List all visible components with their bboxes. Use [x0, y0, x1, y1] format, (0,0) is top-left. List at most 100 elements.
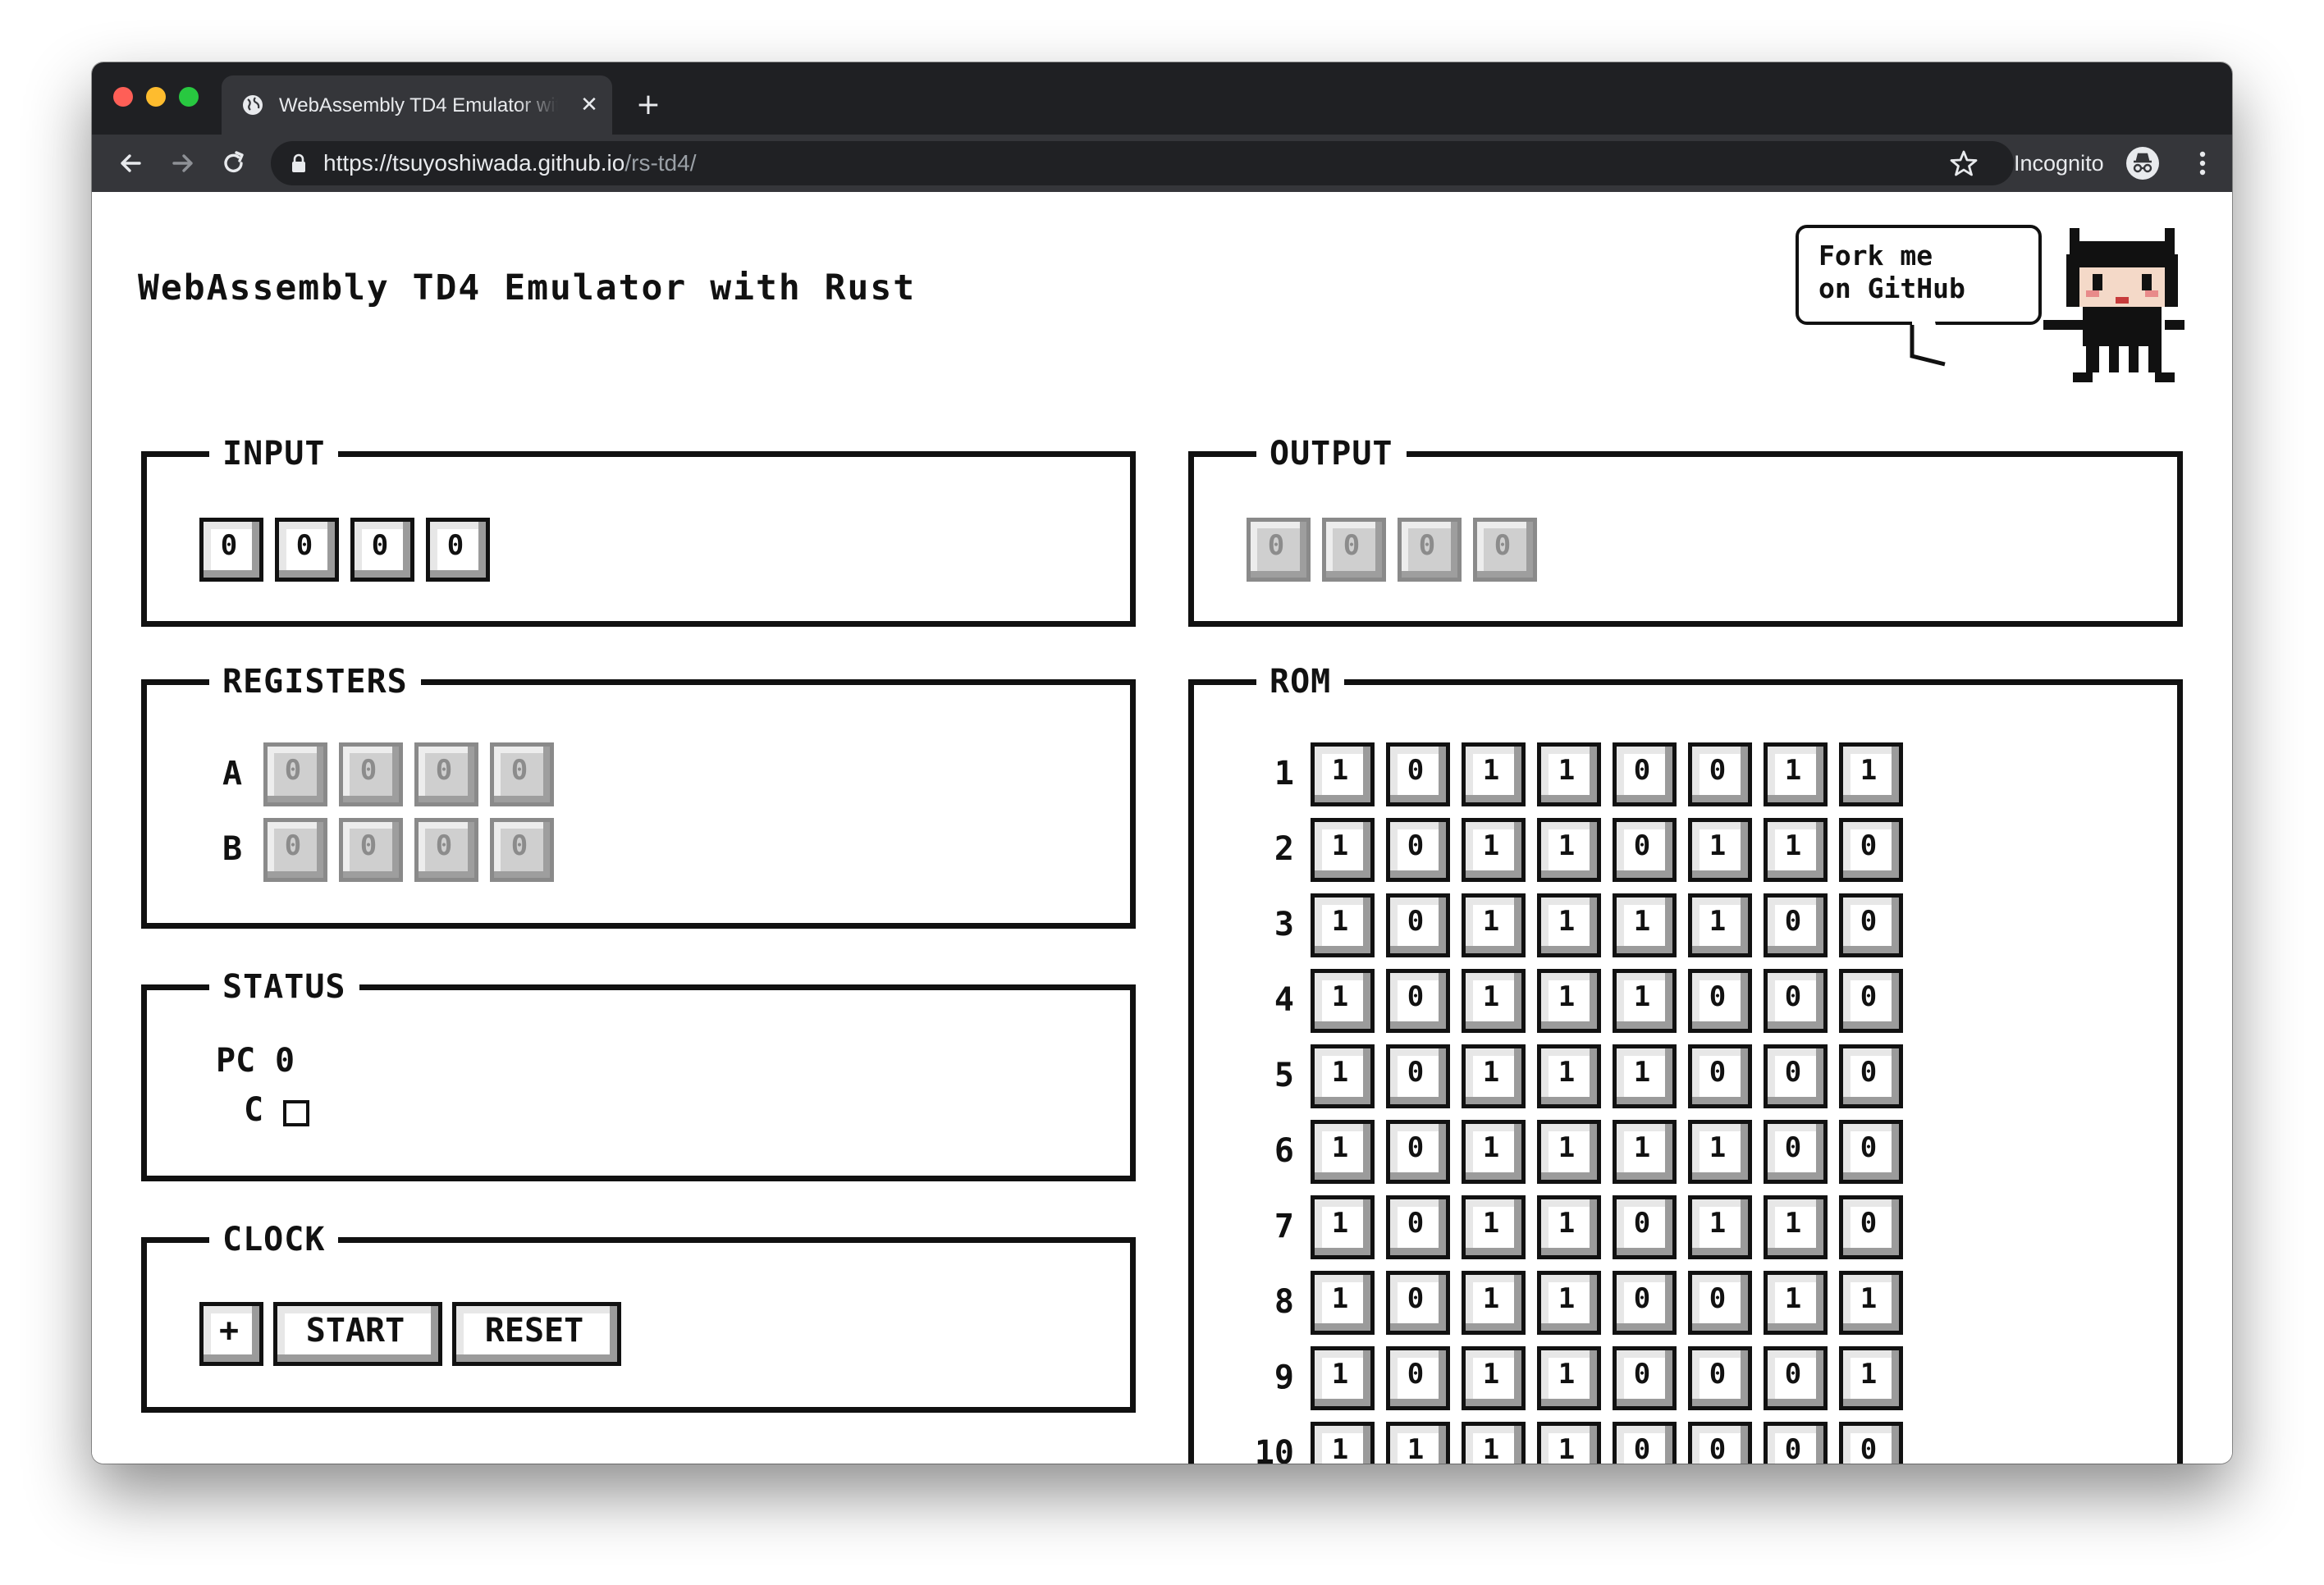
bookmark-star-icon[interactable]	[1948, 148, 1979, 179]
rom-bit-button[interactable]: 0	[1386, 742, 1450, 806]
rom-bit-button[interactable]: 1	[1537, 818, 1601, 882]
forward-arrow-icon[interactable]	[167, 148, 199, 179]
rom-bit-button[interactable]: 0	[1613, 818, 1677, 882]
rom-bit-button[interactable]: 0	[1764, 1346, 1828, 1410]
rom-bit-button[interactable]: 0	[1613, 1195, 1677, 1259]
close-icon[interactable]: ✕	[576, 92, 602, 118]
reload-icon[interactable]	[218, 148, 249, 179]
start-button[interactable]: START	[273, 1302, 442, 1366]
rom-bit-button[interactable]: 1	[1537, 1044, 1601, 1108]
rom-bit-button[interactable]: 0	[1839, 969, 1903, 1033]
rom-bit-button[interactable]: 0	[1839, 1120, 1903, 1184]
browser-tab[interactable]: WebAssembly TD4 Emulator with Rust ✕	[222, 75, 612, 135]
input-bit-button[interactable]: 0	[199, 518, 263, 582]
rom-bit-button[interactable]: 1	[1537, 1195, 1601, 1259]
rom-bit-button[interactable]: 0	[1386, 1044, 1450, 1108]
rom-bit-button[interactable]: 0	[1613, 1346, 1677, 1410]
rom-bit-button[interactable]: 0	[1839, 1044, 1903, 1108]
rom-bit-button[interactable]: 1	[1537, 1120, 1601, 1184]
rom-bit-button[interactable]: 1	[1462, 1120, 1526, 1184]
octocat-icon[interactable]	[2040, 215, 2201, 389]
close-window-button[interactable]	[113, 87, 133, 107]
rom-bit-button[interactable]: 1	[1764, 1271, 1828, 1335]
rom-bit-button[interactable]: 1	[1688, 1120, 1752, 1184]
rom-bit-button[interactable]: 0	[1764, 1044, 1828, 1108]
rom-bit-button[interactable]: 0	[1613, 742, 1677, 806]
fork-me-bubble[interactable]: Fork me on GitHub	[1796, 225, 2042, 325]
rom-bit-button[interactable]: 1	[1688, 1195, 1752, 1259]
rom-bit-button[interactable]: 0	[1386, 818, 1450, 882]
maximize-window-button[interactable]	[179, 87, 199, 107]
rom-bit-button[interactable]: 0	[1839, 1195, 1903, 1259]
rom-bit-button[interactable]: 1	[1764, 742, 1828, 806]
new-tab-button[interactable]: +	[632, 89, 665, 121]
rom-bit-button[interactable]: 1	[1462, 893, 1526, 957]
step-clock-button[interactable]: +	[199, 1302, 263, 1366]
rom-bit-button[interactable]: 0	[1386, 1271, 1450, 1335]
reset-button[interactable]: RESET	[452, 1302, 621, 1366]
rom-bit-button[interactable]: 1	[1311, 818, 1375, 882]
kebab-menu-icon[interactable]	[2193, 148, 2212, 179]
rom-bit-button[interactable]: 1	[1462, 818, 1526, 882]
rom-bit-button[interactable]: 1	[1537, 1422, 1601, 1464]
rom-bit-button[interactable]: 0	[1764, 893, 1828, 957]
rom-bit-button[interactable]: 1	[1386, 1422, 1450, 1464]
rom-bit-button[interactable]: 1	[1311, 1120, 1375, 1184]
rom-bit-button[interactable]: 0	[1386, 1195, 1450, 1259]
back-arrow-icon[interactable]	[115, 148, 146, 179]
rom-bit-button[interactable]: 1	[1764, 1195, 1828, 1259]
rom-bit-button[interactable]: 1	[1311, 1044, 1375, 1108]
rom-bit-button[interactable]: 0	[1688, 969, 1752, 1033]
rom-bit-button[interactable]: 0	[1688, 1422, 1752, 1464]
input-bit-button[interactable]: 0	[350, 518, 414, 582]
rom-bit-button[interactable]: 1	[1613, 1120, 1677, 1184]
rom-bit-button[interactable]: 1	[1462, 1044, 1526, 1108]
rom-bit-button[interactable]: 0	[1613, 1422, 1677, 1464]
rom-bit-button[interactable]: 1	[1311, 893, 1375, 957]
rom-bit-button[interactable]: 1	[1462, 1422, 1526, 1464]
rom-bit-button[interactable]: 1	[1537, 893, 1601, 957]
rom-bit-button[interactable]: 0	[1688, 742, 1752, 806]
rom-bit-button[interactable]: 0	[1688, 1044, 1752, 1108]
rom-bit-button[interactable]: 1	[1613, 1044, 1677, 1108]
rom-bit-button[interactable]: 1	[1311, 1271, 1375, 1335]
address-bar[interactable]: https://tsuyoshiwada.github.io/rs-td4/	[271, 141, 2014, 185]
rom-bit-button[interactable]: 1	[1311, 1422, 1375, 1464]
rom-bit-button[interactable]: 1	[1462, 1195, 1526, 1259]
rom-bit-button[interactable]: 1	[1462, 1346, 1526, 1410]
rom-bit-button[interactable]: 1	[1462, 969, 1526, 1033]
rom-bit-button[interactable]: 0	[1386, 893, 1450, 957]
rom-bit-button[interactable]: 0	[1839, 1422, 1903, 1464]
rom-bit-button[interactable]: 0	[1764, 1120, 1828, 1184]
rom-bit-button[interactable]: 1	[1537, 1271, 1601, 1335]
rom-bit-button[interactable]: 1	[1764, 818, 1828, 882]
rom-bit-button[interactable]: 1	[1537, 1346, 1601, 1410]
rom-bit-button[interactable]: 1	[1839, 1271, 1903, 1335]
input-bit-button[interactable]: 0	[426, 518, 490, 582]
rom-bit-button[interactable]: 1	[1688, 818, 1752, 882]
rom-bit-button[interactable]: 0	[1839, 893, 1903, 957]
rom-bit-button[interactable]: 0	[1613, 1271, 1677, 1335]
rom-bit-button[interactable]: 1	[1839, 1346, 1903, 1410]
rom-bit-button[interactable]: 1	[1537, 742, 1601, 806]
rom-bit-button[interactable]: 0	[1688, 1346, 1752, 1410]
rom-bit-button[interactable]: 1	[1537, 969, 1601, 1033]
rom-bit-button[interactable]: 0	[1764, 969, 1828, 1033]
rom-bit-button[interactable]: 1	[1839, 742, 1903, 806]
rom-bit-button[interactable]: 0	[1839, 818, 1903, 882]
rom-bit-button[interactable]: 0	[1386, 1346, 1450, 1410]
rom-bit-button[interactable]: 1	[1311, 1346, 1375, 1410]
rom-bit-button[interactable]: 1	[1688, 893, 1752, 957]
minimize-window-button[interactable]	[146, 87, 166, 107]
incognito-icon[interactable]	[2125, 146, 2160, 180]
rom-bit-button[interactable]: 1	[1311, 969, 1375, 1033]
rom-bit-button[interactable]: 0	[1688, 1271, 1752, 1335]
rom-bit-button[interactable]: 1	[1462, 1271, 1526, 1335]
rom-bit-button[interactable]: 1	[1311, 1195, 1375, 1259]
rom-bit-button[interactable]: 0	[1386, 1120, 1450, 1184]
rom-bit-button[interactable]: 1	[1613, 893, 1677, 957]
rom-bit-button[interactable]: 1	[1311, 742, 1375, 806]
rom-bit-button[interactable]: 0	[1764, 1422, 1828, 1464]
rom-bit-button[interactable]: 0	[1386, 969, 1450, 1033]
rom-bit-button[interactable]: 1	[1613, 969, 1677, 1033]
